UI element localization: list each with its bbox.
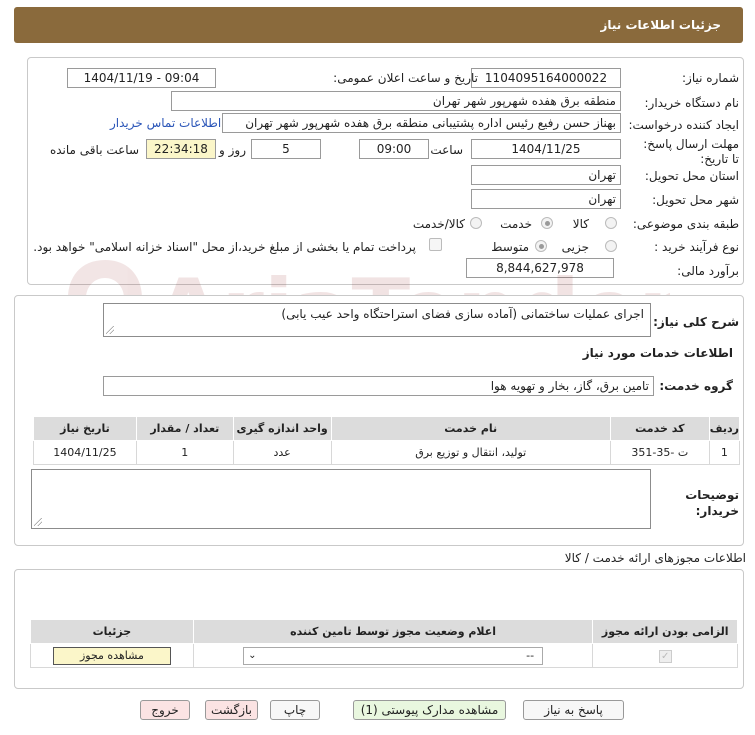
process-option-medium: متوسط — [491, 240, 529, 254]
table-row: مشاهده مجوز -- ⌄ ✓ — [30, 643, 738, 668]
estimate-field: 8,844,627,978 — [466, 258, 614, 278]
province-field: تهران — [471, 165, 621, 185]
col-need-date: تاریخ نیاز — [33, 416, 137, 441]
deadline-time-label: ساعت — [430, 143, 463, 157]
cell-service-name: تولید، انتقال و توزیع برق — [330, 440, 611, 465]
col-service-name: نام خدمت — [330, 416, 611, 441]
reply-button[interactable]: پاسخ به نیاز — [523, 700, 624, 720]
cell-need-date: 1404/11/25 — [33, 440, 137, 465]
buyer-notes-label: توضیحات خریدار: — [685, 488, 739, 518]
city-field: تهران — [471, 189, 621, 209]
cell-permit-required: ✓ — [592, 643, 738, 668]
creator-field: بهناز حسن رفیع رئیس اداره پشتیبانی منطقه… — [222, 113, 621, 133]
buyer-label: نام دستگاه خریدار: — [644, 96, 740, 110]
treasury-payment-checkbox[interactable] — [429, 238, 442, 251]
print-button[interactable]: چاپ — [270, 700, 320, 720]
cell-unit: عدد — [232, 440, 332, 465]
days-label: روز و — [219, 143, 246, 157]
need-number-field: 1104095164000022 — [471, 68, 621, 88]
category-option-goods-service: کالا/خدمت — [412, 217, 465, 231]
province-label: استان محل تحویل: — [644, 169, 739, 183]
buyer-field: منطقه برق هفده شهرپور شهر تهران — [171, 91, 621, 111]
col-permit-status: اعلام وضعیت مجوز توسط تامین کننده — [192, 619, 594, 644]
permit-required-checkbox: ✓ — [658, 649, 672, 663]
services-table: تاریخ نیاز تعداد / مقدار واحد اندازه گیر… — [33, 416, 741, 465]
cell-details: مشاهده مجوز — [30, 643, 194, 668]
page-title: جزئیات اطلاعات نیاز — [600, 18, 721, 32]
process-radio-minor[interactable] — [605, 240, 617, 252]
chevron-down-icon: ⌄ — [248, 649, 257, 661]
cell-row: 1 — [708, 440, 741, 465]
col-quantity: تعداد / مقدار — [135, 416, 234, 441]
estimate-label: برآورد مالی: — [677, 264, 739, 278]
services-section-title: اطلاعات خدمات مورد نیاز — [582, 346, 733, 360]
city-label: شهر محل تحویل: — [652, 193, 739, 207]
col-unit: واحد اندازه گیری — [232, 416, 332, 441]
deadline-date-field: 1404/11/25 — [471, 139, 621, 159]
permit-status-select[interactable]: -- ⌄ — [243, 646, 544, 665]
category-radio-service[interactable] — [541, 217, 553, 229]
remaining-label: ساعت باقی مانده — [49, 143, 139, 157]
category-option-service: خدمت — [500, 217, 532, 231]
category-radio-goods[interactable] — [605, 217, 617, 229]
process-option-minor: جزیی — [561, 240, 589, 254]
process-radio-medium[interactable] — [535, 240, 547, 252]
resize-grip-icon[interactable] — [106, 326, 114, 334]
deadline-time-field: 09:00 — [359, 139, 429, 159]
resize-grip-icon[interactable] — [34, 518, 42, 526]
creator-label: ایجاد کننده درخواست: — [628, 118, 739, 132]
service-group-field: تامین برق، گاز، بخار و تهویه هوا — [103, 376, 654, 396]
category-radio-goods-service[interactable] — [470, 217, 482, 229]
buyer-contact-link[interactable]: اطلاعات تماس خریدار — [110, 116, 221, 130]
page-header: جزئیات اطلاعات نیاز — [14, 7, 743, 43]
back-button[interactable]: بازگشت — [205, 700, 258, 720]
days-field: 5 — [251, 139, 321, 159]
permits-table-header: جزئیات اعلام وضعیت مجوز توسط تامین کننده… — [30, 619, 738, 644]
table-row: 1404/11/25 1 عدد تولید، انتقال و توزیع ب… — [33, 440, 741, 465]
services-table-header: تاریخ نیاز تعداد / مقدار واحد اندازه گیر… — [33, 416, 741, 441]
service-group-label: گروه خدمت: — [659, 379, 733, 393]
permit-status-value: -- — [526, 648, 535, 662]
cell-permit-status: -- ⌄ — [192, 643, 594, 668]
permits-section-title: اطلاعات مجوزهای ارائه خدمت / کالا — [564, 551, 746, 565]
col-details: جزئیات — [30, 619, 194, 644]
cell-quantity: 1 — [135, 440, 234, 465]
description-text: اجرای عملیات ساختمانی (آماده سازی فضای ا… — [281, 307, 644, 321]
announce-date-label: تاریخ و ساعت اعلان عمومی: — [333, 71, 478, 85]
exit-button[interactable]: خروج — [140, 700, 190, 720]
permits-table: جزئیات اعلام وضعیت مجوز توسط تامین کننده… — [30, 619, 738, 668]
buyer-notes-textarea — [31, 469, 651, 529]
attachments-button[interactable]: مشاهده مدارک پیوستی (1) — [353, 700, 506, 720]
announce-date-field: 1404/11/19 - 09:04 — [67, 68, 216, 88]
description-textarea: اجرای عملیات ساختمانی (آماده سازی فضای ا… — [103, 303, 651, 337]
col-service-code: کد خدمت — [609, 416, 710, 441]
description-label: شرح کلی نیاز: — [653, 315, 739, 329]
process-label: نوع فرآیند خرید : — [654, 240, 739, 254]
need-number-label: شماره نیاز: — [682, 71, 739, 85]
col-row: ردیف — [708, 416, 741, 441]
deadline-label: مهلت ارسال پاسخ: تا تاریخ: — [643, 137, 739, 166]
col-permit-required: الزامی بودن ارائه مجوز — [592, 619, 738, 644]
treasury-payment-note: پرداخت تمام یا بخشی از مبلغ خرید،از محل … — [33, 240, 416, 254]
category-option-goods: کالا — [572, 217, 589, 231]
category-label: طبقه بندی موضوعی: — [632, 217, 739, 231]
view-permit-button[interactable]: مشاهده مجوز — [52, 646, 171, 665]
cell-service-code: ت -35-351 — [609, 440, 710, 465]
remaining-time-field: 22:34:18 — [146, 139, 216, 159]
